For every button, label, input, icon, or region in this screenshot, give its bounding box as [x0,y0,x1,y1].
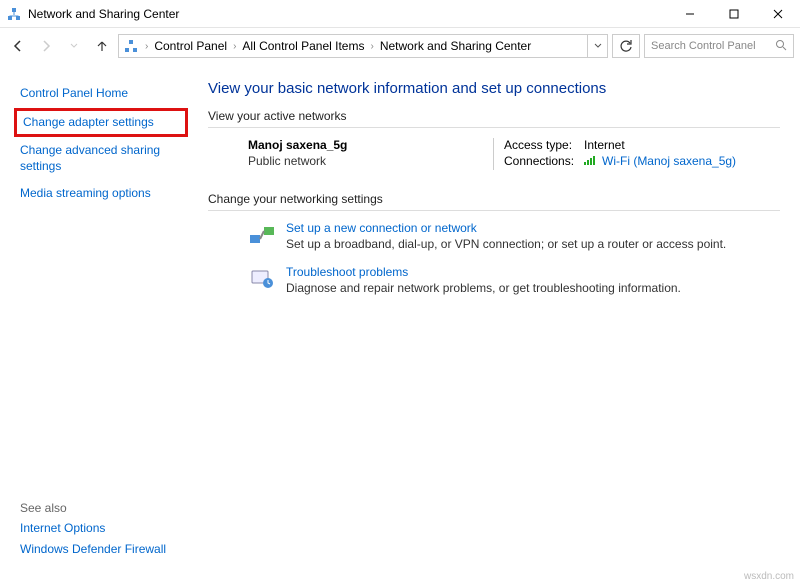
window-controls [668,0,800,28]
troubleshoot-icon [248,265,276,293]
sidebar-link-internet-options[interactable]: Internet Options [20,521,182,537]
access-type-label: Access type: [504,138,584,152]
sidebar-link-media[interactable]: Media streaming options [20,186,182,202]
breadcrumb-item[interactable]: Control Panel [152,39,229,53]
sidebar-link-adapter[interactable]: Change adapter settings [23,115,179,131]
titlebar: Network and Sharing Center [0,0,800,28]
connection-link[interactable]: Wi-Fi (Manoj saxena_5g) [602,154,736,168]
troubleshoot-link[interactable]: Troubleshoot problems [286,265,408,279]
page-title: View your basic network information and … [208,80,780,97]
chevron-right-icon[interactable]: › [143,41,150,52]
breadcrumb-dropdown[interactable] [587,35,607,57]
sidebar-link-firewall[interactable]: Windows Defender Firewall [20,542,182,558]
setup-connection-icon [248,221,276,249]
search-placeholder: Search Control Panel [651,40,775,52]
divider [493,138,494,170]
recent-dropdown[interactable] [62,34,86,58]
content: Control Panel Home Change adapter settin… [0,64,800,584]
network-center-icon [6,6,22,22]
highlight-border: Change adapter settings [14,108,188,138]
search-input[interactable]: Search Control Panel [644,34,794,58]
window-title: Network and Sharing Center [28,7,668,21]
active-network-block: Manoj saxena_5g Public network Access ty… [248,138,780,170]
network-details: Access type: Internet Connections: Wi-Fi… [504,138,736,170]
close-button[interactable] [756,0,800,28]
access-type-value: Internet [584,138,625,152]
search-icon [775,39,787,54]
connections-label: Connections: [504,154,584,168]
minimize-button[interactable] [668,0,712,28]
back-button[interactable] [6,34,30,58]
chevron-right-icon[interactable]: › [231,41,238,52]
see-also-section: See also Internet Options Windows Defend… [20,501,182,574]
watermark: wsxdn.com [744,571,794,582]
maximize-button[interactable] [712,0,756,28]
sidebar: Control Panel Home Change adapter settin… [0,64,192,584]
breadcrumb-item[interactable]: All Control Panel Items [240,39,366,53]
troubleshoot-desc: Diagnose and repair network problems, or… [286,281,681,295]
network-type: Public network [248,154,483,168]
network-identity: Manoj saxena_5g Public network [248,138,483,170]
setup-connection-item: Set up a new connection or network Set u… [248,221,780,251]
network-name: Manoj saxena_5g [248,138,483,152]
navbar: › Control Panel › All Control Panel Item… [0,28,800,64]
sidebar-link-advanced[interactable]: Change advanced sharing settings [20,143,182,174]
setup-connection-link[interactable]: Set up a new connection or network [286,221,477,235]
setup-connection-desc: Set up a broadband, dial-up, or VPN conn… [286,237,726,251]
sidebar-link-home[interactable]: Control Panel Home [20,86,182,102]
breadcrumb-item[interactable]: Network and Sharing Center [378,39,533,53]
active-networks-label: View your active networks [208,109,780,128]
wifi-signal-icon [584,154,598,168]
forward-button[interactable] [34,34,58,58]
breadcrumb[interactable]: › Control Panel › All Control Panel Item… [118,34,608,58]
troubleshoot-item: Troubleshoot problems Diagnose and repai… [248,265,780,295]
refresh-button[interactable] [612,34,640,58]
network-center-icon [123,38,139,54]
see-also-heading: See also [20,501,182,515]
main-panel: View your basic network information and … [192,64,800,584]
up-button[interactable] [90,34,114,58]
chevron-right-icon[interactable]: › [368,41,375,52]
change-settings-label: Change your networking settings [208,192,780,211]
